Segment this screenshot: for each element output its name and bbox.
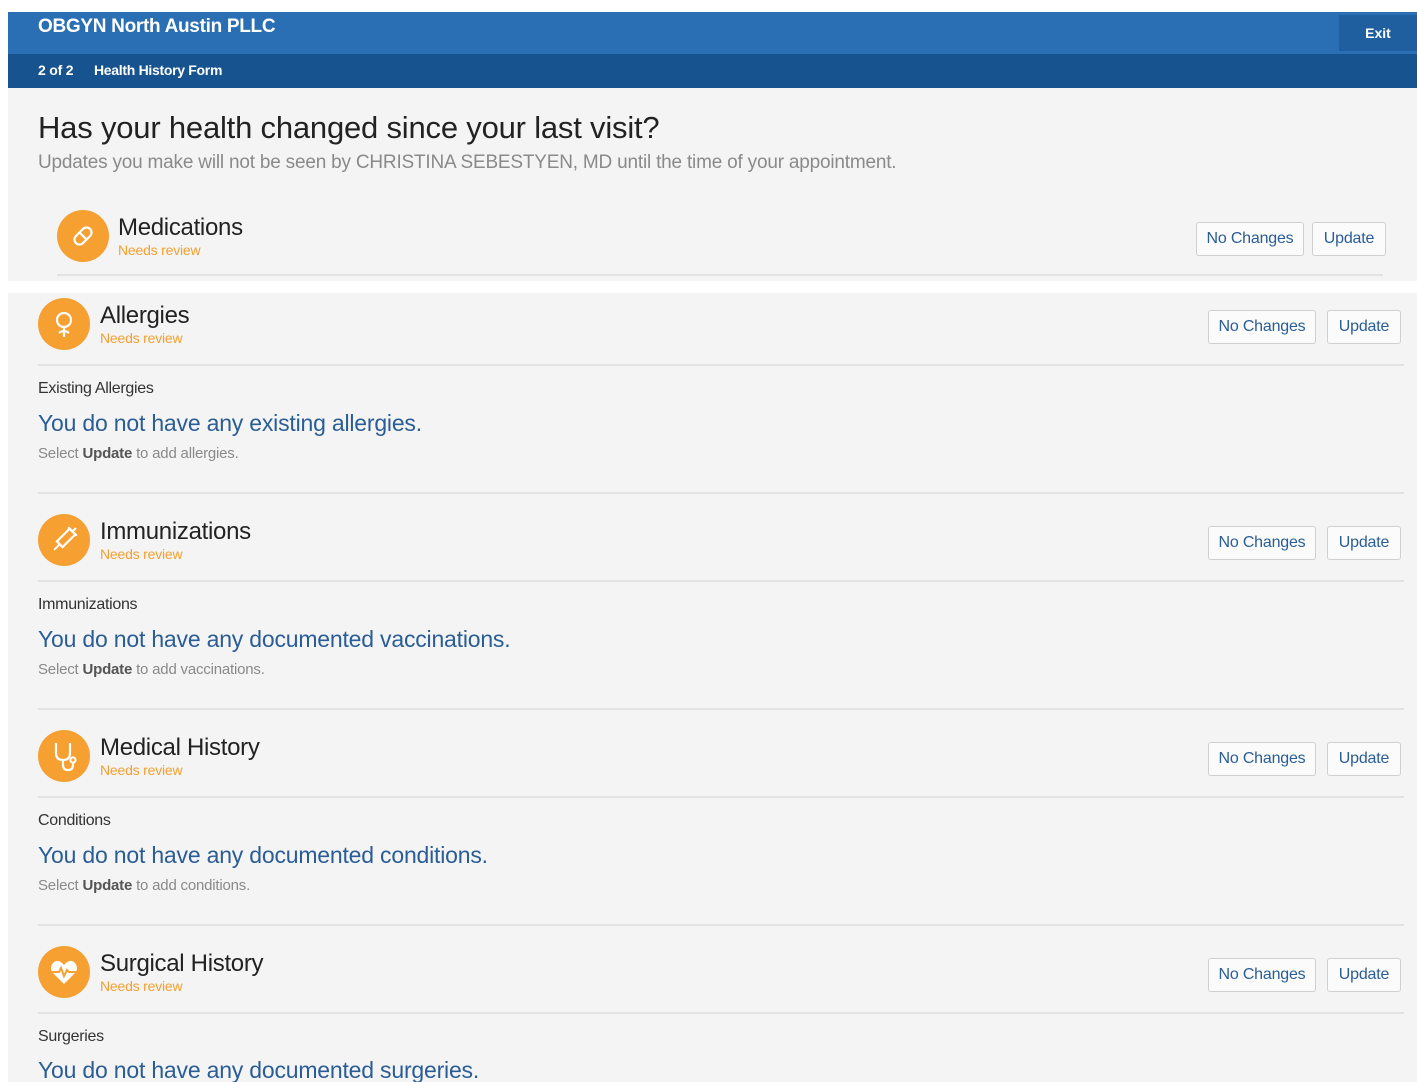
section-title: Medications [118,214,243,241]
empty-message: You do not have any existing allergies. [38,410,422,436]
heartbeat-icon [38,946,90,998]
hint-suffix: to add allergies. [136,445,239,462]
hint-prefix: Select [38,661,79,678]
divider [38,1012,1404,1014]
top-bar: OBGYN North Austin PLLC Exit [8,12,1417,54]
divider [38,492,1404,494]
list-label: Conditions [38,812,111,829]
health-history-page: OBGYN North Austin PLLC Exit 2 of 2 Heal… [8,12,1417,1082]
hint-text: Select Update to add allergies. [38,445,239,462]
update-button[interactable]: Update [1327,958,1401,992]
section-title: Allergies [100,302,190,329]
update-button[interactable]: Update [1327,526,1401,560]
hint-prefix: Select [38,445,79,462]
section-medications: Medications Needs review No Changes Upda… [8,188,1417,280]
hint-keyword: Update [82,877,133,894]
page-subtitle: Updates you make will not be seen by CHR… [38,152,897,173]
hint-suffix: to add vaccinations. [136,661,265,678]
section-title: Surgical History [100,950,264,977]
section-title: Medical History [100,734,260,761]
update-button[interactable]: Update [1312,222,1386,256]
divider [57,274,1383,276]
hint-keyword: Update [82,445,133,462]
no-changes-button[interactable]: No Changes [1208,958,1316,992]
status-text: Needs review [100,546,183,562]
list-label: Immunizations [38,596,138,613]
divider [38,708,1404,710]
flower-icon [38,298,90,350]
hint-keyword: Update [82,661,133,678]
list-label: Existing Allergies [38,380,154,397]
hint-text: Select Update to add conditions. [38,877,250,894]
empty-message: You do not have any documented condition… [38,842,488,868]
stethoscope-icon [38,730,90,782]
practice-name: OBGYN North Austin PLLC [38,16,276,37]
empty-message: You do not have any documented surgeries… [38,1057,480,1082]
divider [38,580,1404,582]
status-text: Needs review [118,242,201,258]
hint-text: Select Update to add vaccinations. [38,661,265,678]
form-name: Health History Form [94,62,223,78]
step-indicator: 2 of 2 [38,62,74,78]
divider [38,924,1404,926]
no-changes-button[interactable]: No Changes [1208,526,1316,560]
empty-message: You do not have any documented vaccinati… [38,626,511,652]
status-text: Needs review [100,330,183,346]
divider [38,364,1404,366]
exit-button[interactable]: Exit [1339,15,1417,51]
no-changes-button[interactable]: No Changes [1208,742,1316,776]
card-gap [8,281,1417,293]
status-text: Needs review [100,978,183,994]
list-label: Surgeries [38,1028,104,1045]
form-progress-bar: 2 of 2 Health History Form [8,54,1417,88]
hint-suffix: to add conditions. [136,877,251,894]
hint-prefix: Select [38,877,79,894]
update-button[interactable]: Update [1327,310,1401,344]
no-changes-button[interactable]: No Changes [1208,310,1316,344]
section-title: Immunizations [100,518,251,545]
pill-icon [57,210,109,262]
no-changes-button[interactable]: No Changes [1196,222,1304,256]
divider [38,796,1404,798]
syringe-icon [38,514,90,566]
update-button[interactable]: Update [1327,742,1401,776]
status-text: Needs review [100,762,183,778]
page-title: Has your health changed since your last … [38,110,660,145]
